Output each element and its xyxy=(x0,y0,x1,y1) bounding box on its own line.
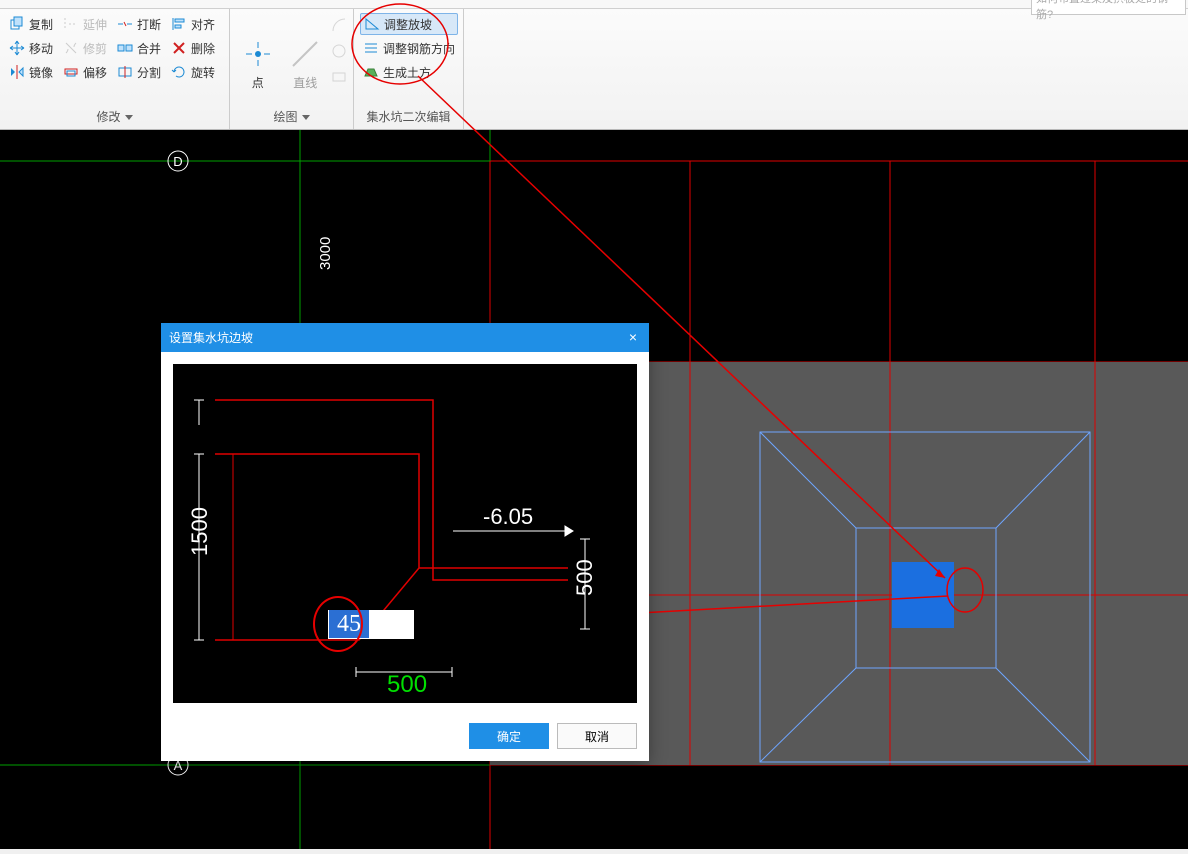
panel-sump-title: 集水坑二次编辑 xyxy=(354,106,463,129)
extend-icon xyxy=(63,16,79,32)
slope-dialog: 设置集水坑边坡 × 1500 500 -6.05 500 xyxy=(161,323,649,761)
line-icon xyxy=(289,38,321,70)
merge-button[interactable]: 合并 xyxy=(114,37,164,59)
panel-draw: 点 直线 绘图 xyxy=(230,9,354,129)
align-button[interactable]: 对齐 xyxy=(168,13,225,35)
close-icon[interactable]: × xyxy=(625,330,641,346)
delete-icon xyxy=(171,40,187,56)
earth-icon xyxy=(363,64,379,80)
circle-icon[interactable] xyxy=(331,43,347,59)
mirror-button[interactable]: 镜像 xyxy=(6,61,56,83)
mirror-icon xyxy=(9,64,25,80)
move-button[interactable]: 移动 xyxy=(6,37,56,59)
svg-text:-6.05: -6.05 xyxy=(483,504,533,529)
chevron-down-icon[interactable] xyxy=(125,115,133,120)
rotate-button[interactable]: 旋转 xyxy=(168,61,225,83)
panel-draw-title: 绘图 xyxy=(230,106,353,129)
titlebar: 如何布置过梁及拱板处的钢筋? xyxy=(0,0,1188,9)
break-icon xyxy=(117,16,133,32)
svg-text:500: 500 xyxy=(387,671,427,698)
trim-icon xyxy=(63,40,79,56)
copy-button[interactable]: 复制 xyxy=(6,13,56,35)
annotation-circle-input xyxy=(313,596,363,652)
panel-sump: 调整放坡 调整钢筋方向 生成土方 集水坑二次编辑 xyxy=(354,9,464,129)
delete-button[interactable]: 删除 xyxy=(168,37,225,59)
search-placeholder: 如何布置过梁及拱板处的钢筋? xyxy=(1036,0,1181,22)
ribbon: 复制 移动 镜像 延伸 修剪 偏移 打断 合并 分割 对齐 删除 旋转 修改 xyxy=(0,9,1188,130)
generate-earth-button[interactable]: 生成土方 xyxy=(360,61,458,83)
slope-preview: 1500 500 -6.05 500 45 xyxy=(173,364,637,703)
extend-button: 延伸 xyxy=(60,13,110,35)
svg-text:D: D xyxy=(173,154,182,169)
split-icon xyxy=(117,64,133,80)
line-button[interactable]: 直线 xyxy=(284,13,328,95)
adjust-rebar-button[interactable]: 调整钢筋方向 xyxy=(360,37,458,59)
rect-icon[interactable] xyxy=(331,69,347,85)
point-icon xyxy=(242,38,274,70)
rebar-icon xyxy=(363,40,379,56)
move-icon xyxy=(9,40,25,56)
merge-icon xyxy=(117,40,133,56)
search-input[interactable]: 如何布置过梁及拱板处的钢筋? xyxy=(1031,0,1186,15)
trim-button: 修剪 xyxy=(60,37,110,59)
copy-icon xyxy=(9,16,25,32)
slope-icon xyxy=(364,16,380,32)
chevron-down-icon[interactable] xyxy=(302,115,310,120)
panel-modify-title: 修改 xyxy=(0,106,229,129)
align-icon xyxy=(171,16,187,32)
svg-text:1500: 1500 xyxy=(187,507,212,556)
arc-icon[interactable] xyxy=(331,17,347,33)
split-button[interactable]: 分割 xyxy=(114,61,164,83)
dialog-title-text: 设置集水坑边坡 xyxy=(169,329,253,346)
adjust-slope-button[interactable]: 调整放坡 xyxy=(360,13,458,35)
dialog-titlebar[interactable]: 设置集水坑边坡 × xyxy=(161,323,649,352)
offset-button[interactable]: 偏移 xyxy=(60,61,110,83)
rotate-icon xyxy=(171,64,187,80)
cancel-button[interactable]: 取消 xyxy=(557,723,637,749)
svg-text:500: 500 xyxy=(572,559,597,596)
break-button[interactable]: 打断 xyxy=(114,13,164,35)
svg-text:3000: 3000 xyxy=(317,237,334,270)
point-button[interactable]: 点 xyxy=(236,13,280,95)
offset-icon xyxy=(63,64,79,80)
ok-button[interactable]: 确定 xyxy=(469,723,549,749)
panel-modify: 复制 移动 镜像 延伸 修剪 偏移 打断 合并 分割 对齐 删除 旋转 修改 xyxy=(0,9,230,129)
